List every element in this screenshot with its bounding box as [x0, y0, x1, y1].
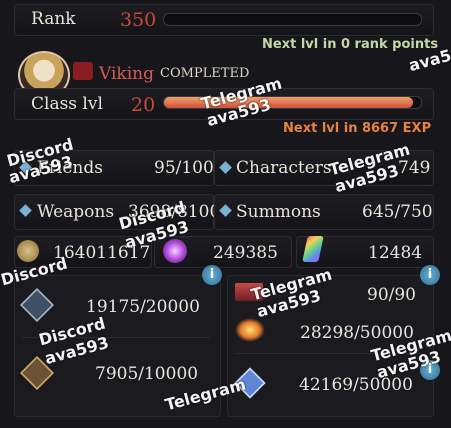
class-next-text: Next lvl in 8667 EXP [283, 121, 432, 136]
friends-value: 95/100 [154, 158, 214, 178]
info-icon[interactable]: i [420, 265, 440, 285]
rank-progress-bar [163, 13, 422, 26]
ap-value: 19175/20000 [86, 297, 200, 317]
class-level-label: Class lvl [31, 94, 103, 114]
bp-value: 7905/10000 [95, 364, 199, 384]
weapons-label: Weapons [37, 202, 115, 222]
characters-value: 749 [398, 158, 431, 178]
class-level-value: 20 [131, 94, 156, 116]
crystal-orb-icon [163, 239, 187, 263]
shards-value: 12484 [368, 243, 423, 263]
tickets-value: 90/90 [367, 285, 416, 305]
crystals-value: 249385 [213, 243, 278, 263]
rank-label: Rank [31, 9, 76, 29]
class-name: Viking [99, 64, 154, 84]
summons-value: 645/750 [362, 202, 433, 222]
rank-next-text: Next lvl in 0 rank points [262, 37, 439, 52]
hearts-value: 42169/50000 [299, 375, 413, 395]
class-emblem-icon [73, 62, 93, 80]
info-icon[interactable]: i [202, 265, 222, 285]
summons-label: Summons [236, 202, 321, 222]
rank-value: 350 [120, 9, 157, 31]
rupie-coin-icon [17, 240, 39, 262]
characters-label: Characters [236, 158, 332, 178]
class-status: COMPLETED [160, 66, 250, 81]
burst-icon [235, 318, 265, 342]
